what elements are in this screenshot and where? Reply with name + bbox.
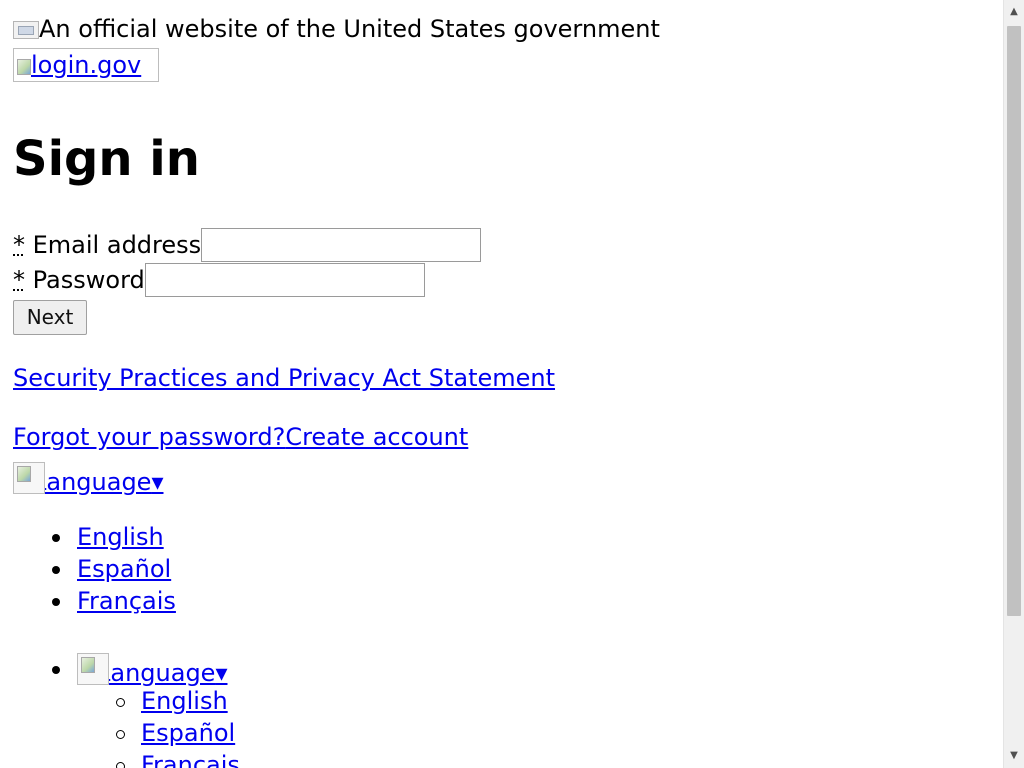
us-flag-icon <box>13 21 39 39</box>
email-field[interactable] <box>201 228 482 262</box>
gov-banner: An official website of the United States… <box>13 14 660 44</box>
password-row: * Password <box>13 263 425 297</box>
scrollbar-thumb[interactable] <box>1007 26 1021 616</box>
chevron-down-icon: ▾ <box>215 659 228 687</box>
language-toggle-label: Language <box>97 659 216 687</box>
list-item: Español <box>52 553 176 585</box>
required-marker: * <box>13 231 25 259</box>
chevron-down-icon: ▾ <box>151 468 164 496</box>
login-gov-logo-link[interactable]: login.gov <box>13 48 159 82</box>
language-toggle-1: Language▾ <box>13 462 164 497</box>
gov-banner-text: An official website of the United States… <box>39 15 660 43</box>
page: An official website of the United States… <box>13 0 1003 768</box>
broken-image-icon <box>17 59 31 75</box>
globe-icon <box>77 653 109 685</box>
scroll-up-icon[interactable]: ▲ <box>1004 2 1024 22</box>
language-option-english[interactable]: English <box>141 687 228 715</box>
list-item: Français <box>116 749 240 768</box>
logo-alt-text: login.gov <box>31 51 142 79</box>
vertical-scrollbar[interactable]: ▲ ▼ <box>1003 0 1024 768</box>
language-option-francais[interactable]: Français <box>77 587 176 615</box>
privacy-statement-link[interactable]: Security Practices and Privacy Act State… <box>13 363 555 393</box>
language-toggle-label: Language <box>33 468 152 496</box>
language-option-espanol[interactable]: Español <box>77 555 171 583</box>
language-list-2: English Español Français <box>116 685 240 768</box>
page-title: Sign in <box>13 131 200 187</box>
list-item: English <box>52 521 176 553</box>
email-row: * Email address <box>13 228 482 262</box>
password-label: Password <box>32 266 145 294</box>
account-links: Forgot your password?Create account <box>13 422 468 452</box>
language-option-espanol[interactable]: Español <box>141 719 235 747</box>
language-toggle-link-2[interactable]: Language▾ <box>97 659 228 687</box>
list-item: English <box>116 685 240 717</box>
language-toggle-link-1[interactable]: Language▾ <box>33 468 164 496</box>
scroll-down-icon[interactable]: ▼ <box>1004 746 1024 766</box>
email-label: Email address <box>32 231 202 259</box>
list-item: Español <box>116 717 240 749</box>
language-option-english[interactable]: English <box>77 523 164 551</box>
forgot-password-link[interactable]: Forgot your password? <box>13 423 285 451</box>
create-account-link[interactable]: Create account <box>285 423 468 451</box>
list-item: Français <box>52 585 176 617</box>
required-marker: * <box>13 266 25 294</box>
language-list-1: English Español Français <box>52 521 176 617</box>
globe-icon <box>13 462 45 494</box>
next-button[interactable]: Next <box>13 300 87 335</box>
language-option-francais[interactable]: Français <box>141 751 240 768</box>
list-item: Language▾ <box>52 653 228 687</box>
password-field[interactable] <box>144 263 425 297</box>
language-list-outer: Language▾ <box>52 653 228 687</box>
